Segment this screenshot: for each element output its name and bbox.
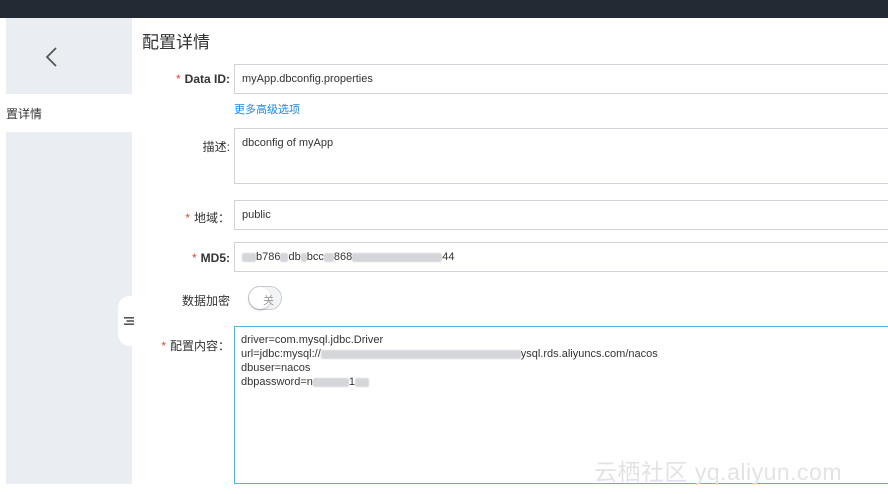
md5-label: * MD5:: [191, 251, 230, 265]
url-line: url=jdbc:mysql://ysql.rds.aliyuncs.com/n…: [241, 348, 658, 360]
encryption-toggle[interactable]: 关: [248, 286, 282, 310]
watermark: 云栖社区 yq.aliyun.com: [594, 459, 843, 485]
back-button[interactable]: [36, 42, 66, 72]
sidebar-item-config-detail[interactable]: 置详情: [6, 94, 132, 132]
required-mark: *: [161, 339, 166, 353]
region-field[interactable]: public: [234, 200, 888, 230]
top-bar: [0, 0, 888, 18]
required-mark: *: [175, 72, 181, 86]
data-id-field[interactable]: myApp.dbconfig.properties: [234, 64, 888, 94]
menu-collapse-icon: [124, 317, 134, 325]
page-title: 配置详情: [142, 33, 210, 52]
md5-value: b786 db bcc 868 44: [242, 251, 454, 263]
sidebar-item-label: 置详情: [6, 107, 43, 121]
region-label: * 地域：: [185, 211, 230, 225]
required-mark: *: [191, 251, 197, 265]
description-field[interactable]: dbconfig of myApp: [234, 128, 888, 184]
data-id-label: * Data ID:: [175, 72, 230, 86]
password-line: dbpassword=n 1: [241, 376, 369, 388]
chevron-left-icon: [45, 47, 57, 67]
sidebar: 置详情: [6, 18, 132, 484]
required-mark: *: [185, 211, 190, 225]
sidebar-collapse-handle[interactable]: [118, 296, 140, 346]
encryption-label: 数据加密: [181, 294, 230, 308]
md5-field[interactable]: b786 db bcc 868 44: [234, 242, 888, 272]
more-options-link[interactable]: 更多高级选项: [234, 101, 300, 117]
description-label: 描述:: [202, 140, 230, 154]
content-label: * 配置内容：: [161, 339, 230, 353]
